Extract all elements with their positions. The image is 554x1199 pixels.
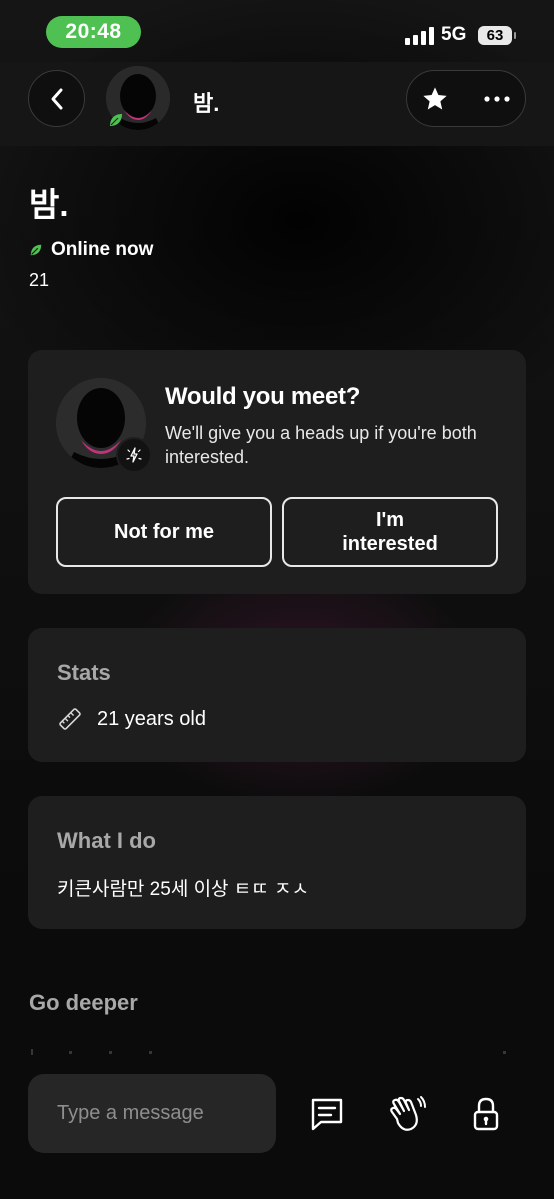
stats-card: Stats 21 years old bbox=[28, 628, 526, 762]
leaf-icon bbox=[110, 114, 122, 126]
what-i-do-text: 키큰사람만 25세 이상 ㅌㄸ ㅈㅅ bbox=[57, 879, 310, 900]
network-type: 5G bbox=[441, 24, 467, 45]
background bbox=[0, 0, 554, 1199]
meet-subtitle: We'll give you a heads up if you're both… bbox=[165, 423, 477, 467]
online-status: Online now bbox=[29, 239, 153, 261]
star-icon bbox=[423, 87, 447, 110]
profile-name: 밤. bbox=[29, 186, 69, 223]
interested-button[interactable]: I'm interested bbox=[282, 497, 498, 567]
profile-header: 밤. bbox=[0, 62, 554, 146]
what-i-do-card: What I do 키큰사람만 25세 이상 ㅌㄸ ㅈㅅ bbox=[28, 796, 526, 929]
stats-heading: Stats bbox=[57, 660, 111, 685]
header-avatar[interactable] bbox=[106, 66, 170, 130]
ruler-icon bbox=[59, 708, 81, 730]
wave-hand-icon bbox=[390, 1096, 426, 1131]
header-actions bbox=[406, 70, 526, 127]
go-deeper-heading: Go deeper bbox=[29, 990, 138, 1015]
not-for-me-button[interactable]: Not for me bbox=[56, 497, 272, 567]
wave-button[interactable] bbox=[384, 1092, 428, 1136]
private-photos-button[interactable] bbox=[464, 1092, 508, 1136]
status-bar: 20:48 5G 63 bbox=[0, 0, 554, 62]
spark-badge bbox=[116, 437, 152, 473]
chat-icon bbox=[311, 1098, 343, 1131]
meet-card: Would you meet? We'll give you a heads u… bbox=[28, 350, 526, 594]
profile-age: 21 bbox=[29, 270, 50, 290]
meet-title: Would you meet? bbox=[165, 383, 361, 410]
message-bar bbox=[0, 1060, 554, 1199]
stat-age: 21 years old bbox=[57, 706, 206, 732]
lock-icon bbox=[473, 1097, 499, 1131]
battery-icon: 63 bbox=[478, 26, 516, 45]
what-i-do-heading: What I do bbox=[57, 828, 156, 853]
message-input[interactable] bbox=[28, 1074, 276, 1153]
leaf-icon bbox=[30, 244, 42, 256]
divider bbox=[31, 1049, 506, 1055]
signal-icon bbox=[405, 27, 435, 45]
status-time: 20:48 bbox=[46, 16, 141, 48]
spark-icon bbox=[126, 447, 142, 463]
back-icon bbox=[51, 88, 62, 109]
header-username: 밤. bbox=[193, 91, 220, 116]
chat-button[interactable] bbox=[305, 1092, 349, 1136]
favorite-button[interactable] bbox=[419, 83, 451, 115]
stat-age-text: 21 years old bbox=[97, 707, 206, 730]
more-icon bbox=[484, 96, 510, 102]
more-options-button[interactable] bbox=[479, 83, 515, 115]
back-button[interactable] bbox=[28, 70, 85, 127]
online-status-label: Online now bbox=[51, 239, 154, 260]
